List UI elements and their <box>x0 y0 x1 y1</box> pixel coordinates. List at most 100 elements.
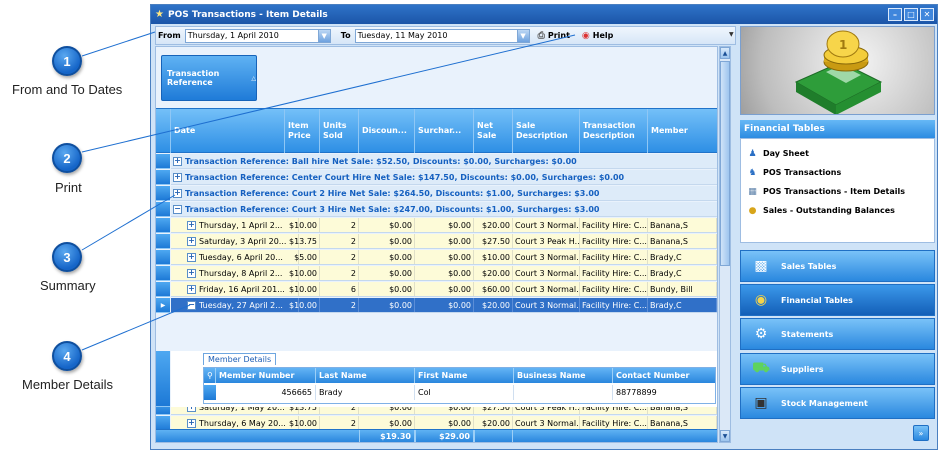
table-row[interactable]: + Saturday, 3 April 20... $13.75 2 $0.00 $0.0… <box>171 234 717 249</box>
table-icon: ▦ <box>748 186 757 197</box>
col-contact-number[interactable]: Contact Number <box>613 368 715 383</box>
help-button[interactable]: ◉ Help <box>578 31 617 41</box>
table-row[interactable]: − Tuesday, 27 April 2... $10.00 2 $0.00 $0.00… <box>171 298 717 313</box>
toolbar-overflow-icon[interactable]: ▼ <box>729 31 735 41</box>
truck-icon: ⛟ <box>752 360 770 376</box>
cell-text: Brady,C <box>650 300 682 310</box>
row-selector[interactable] <box>156 186 170 201</box>
group-row[interactable]: − Transaction Reference: Court 3 Hire Net… <box>171 202 717 217</box>
table-cell: Court 3 Normal... <box>513 298 580 312</box>
expand-icon[interactable]: + <box>173 188 182 198</box>
collapse-icon[interactable]: − <box>187 300 196 310</box>
sidebar-item-day-sheet[interactable]: ♟ Day Sheet <box>741 144 934 163</box>
row-selector[interactable] <box>156 351 170 407</box>
col-member[interactable]: Member <box>648 109 717 153</box>
cell-text: Brady,C <box>650 268 682 278</box>
close-button[interactable]: ✕ <box>920 8 934 21</box>
row-selector[interactable] <box>156 154 170 169</box>
table-row[interactable]: + Tuesday, 6 April 20... $5.00 2 $0.00 $0.00 $… <box>171 250 717 265</box>
chevron-down-icon[interactable]: » <box>913 425 929 441</box>
chevron-down-icon[interactable]: ▼ <box>317 29 330 42</box>
table-cell: + Friday, 16 April 201... <box>185 282 299 296</box>
nav-stock-management[interactable]: ▣ Stock Management <box>740 387 935 419</box>
nav-suppliers[interactable]: ⛟ Suppliers <box>740 353 935 385</box>
forklift-icon: ▣ <box>754 395 768 411</box>
cell-text: $0.00 <box>448 236 471 246</box>
cell-text: Thursday, 1 April 2... <box>199 220 283 230</box>
search-icon[interactable]: ⚲ <box>204 368 216 383</box>
table-cell: $0.00 <box>415 266 474 280</box>
nav-sales-tables[interactable]: ▩ Sales Tables <box>740 250 935 282</box>
table-row[interactable]: + Thursday, 8 April 2... $10.00 2 $0.00 $0.00… <box>171 266 717 281</box>
nav-statements[interactable]: ⚙ Statements <box>740 318 935 350</box>
row-selector[interactable] <box>156 234 170 249</box>
row-selector[interactable] <box>156 170 170 185</box>
cell-text: Facility Hire: C... <box>582 236 647 246</box>
scroll-up-icon[interactable]: ▲ <box>720 47 730 59</box>
collapse-icon[interactable]: − <box>173 204 182 214</box>
row-selector[interactable]: ▶ <box>156 298 170 313</box>
row-selector[interactable] <box>156 282 170 297</box>
group-row[interactable]: + Transaction Reference: Ball hire Net Sa… <box>171 154 717 169</box>
to-date-picker[interactable]: Tuesday, 11 May 2010 ▼ <box>354 28 530 43</box>
sidebar: 1 Financial Tables ♟ Day Sheet ♞ POS Tra… <box>740 26 935 447</box>
row-selector[interactable] <box>156 250 170 265</box>
cell-text: Friday, 16 April 201... <box>199 284 285 294</box>
table-cell: $10.00 <box>285 218 320 232</box>
col-first-name[interactable]: First Name <box>415 368 514 383</box>
table-row[interactable]: + Friday, 16 April 201... $10.00 6 $0.00 $0.0… <box>171 282 717 297</box>
sidebar-item-outstanding-balances[interactable]: ● Sales - Outstanding Balances <box>741 201 934 220</box>
group-row[interactable]: + Transaction Reference: Court 2 Hire Net… <box>171 186 717 201</box>
cell-text: Court 3 Normal... <box>515 284 580 294</box>
col-transaction-description[interactable]: Transaction Description <box>580 109 648 153</box>
business-name-cell <box>514 385 613 400</box>
print-button[interactable]: ⎙ Print <box>534 31 574 41</box>
sidebar-item-pos-transactions[interactable]: ♞ POS Transactions <box>741 163 934 182</box>
table-row[interactable]: + Thursday, 1 April 2... $10.00 2 $0.00 $0.00… <box>171 218 717 233</box>
table-cell: 2 <box>320 416 359 430</box>
vertical-scrollbar[interactable]: ▲ ▼ <box>719 46 731 443</box>
sidebar-item-pos-item-details[interactable]: ▦ POS Transactions - Item Details <box>741 182 934 201</box>
group-row[interactable]: + Transaction Reference: Center Court Hir… <box>171 170 717 185</box>
col-units-sold[interactable]: Units Sold <box>320 109 359 153</box>
expand-icon[interactable]: + <box>173 172 182 182</box>
scroll-thumb[interactable] <box>720 61 730 266</box>
expand-icon[interactable]: + <box>187 268 196 278</box>
col-date[interactable]: Date <box>171 109 285 153</box>
col-surcharge[interactable]: Surchar... <box>415 109 474 153</box>
minimize-button[interactable]: – <box>888 8 902 21</box>
expand-icon[interactable]: + <box>187 284 196 294</box>
expand-icon[interactable]: + <box>187 236 196 246</box>
col-item-price[interactable]: Item Price <box>285 109 320 153</box>
expand-icon[interactable]: + <box>187 252 196 262</box>
row-selector[interactable] <box>156 218 170 233</box>
table-cell: + Saturday, 3 April 20... <box>185 234 299 248</box>
col-sale-description[interactable]: Sale Description <box>513 109 580 153</box>
member-details-row[interactable]: 456665 Brady Col 88778899 <box>204 385 715 400</box>
scroll-down-icon[interactable]: ▼ <box>720 430 730 442</box>
expand-icon[interactable]: + <box>173 156 182 166</box>
expand-icon[interactable]: + <box>187 418 196 428</box>
col-business-name[interactable]: Business Name <box>514 368 613 383</box>
chevron-down-icon[interactable]: ▼ <box>516 29 529 42</box>
maximize-button[interactable]: □ <box>904 8 918 21</box>
cell-text: 2 <box>350 252 356 262</box>
member-details-tab[interactable]: Member Details <box>203 353 277 365</box>
expand-icon[interactable]: + <box>187 220 196 230</box>
table-cell: $13.75 <box>285 234 320 248</box>
col-last-name[interactable]: Last Name <box>316 368 415 383</box>
col-discount[interactable]: Discoun... <box>359 109 415 153</box>
nav-financial-tables[interactable]: ◉ Financial Tables <box>740 284 935 316</box>
table-cell: + Thursday, 8 April 2... <box>185 266 299 280</box>
financial-tables-header: Financial Tables <box>740 120 935 138</box>
col-member-number[interactable]: Member Number <box>216 368 316 383</box>
group-by-box[interactable]: Transaction Reference △ <box>161 55 257 101</box>
row-selector[interactable] <box>204 385 216 400</box>
cell-text: $20.00 <box>482 268 510 278</box>
row-selector[interactable] <box>156 266 170 281</box>
cell-text: Brady,C <box>650 252 682 262</box>
row-selector[interactable] <box>156 202 170 217</box>
table-cell: 2 <box>320 234 359 248</box>
from-date-picker[interactable]: Thursday, 1 April 2010 ▼ <box>184 28 331 43</box>
col-net-sale[interactable]: Net Sale <box>474 109 513 153</box>
